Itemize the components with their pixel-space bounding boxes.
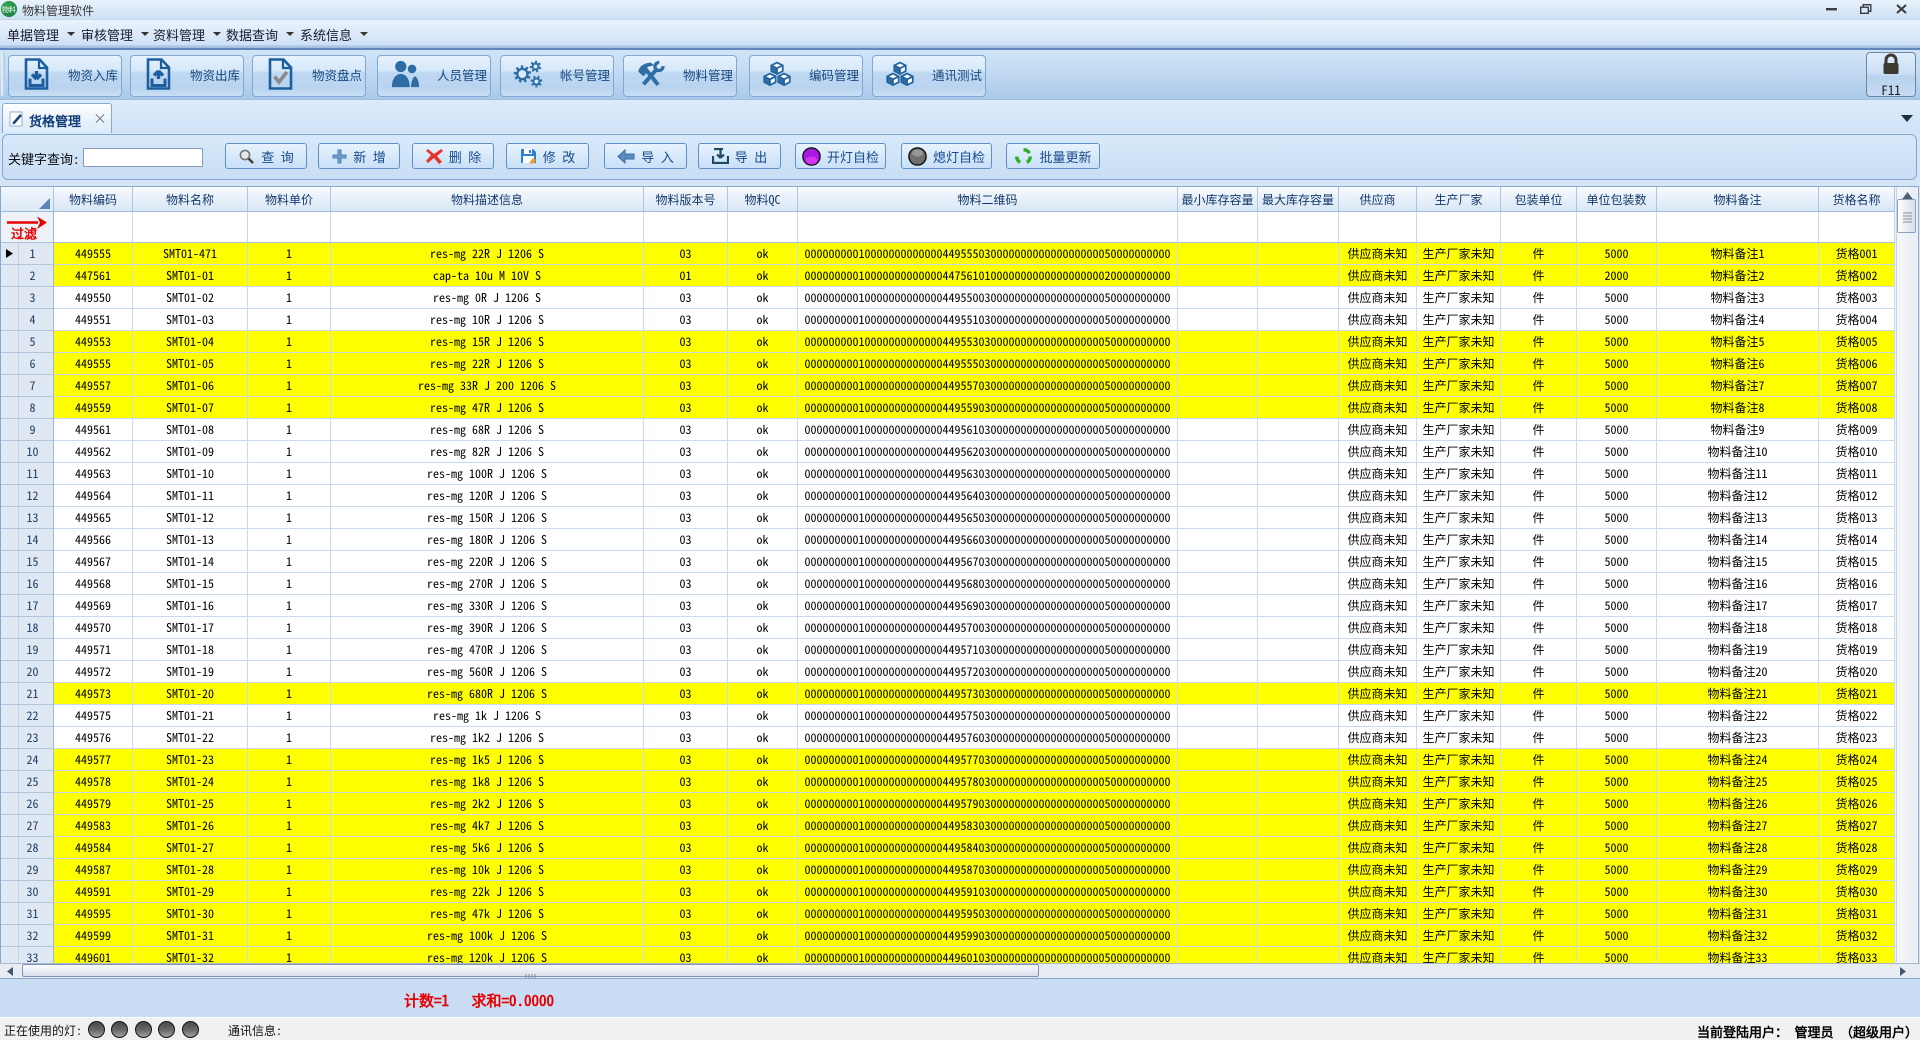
svg-text:过滤: 过滤 bbox=[11, 224, 37, 243]
